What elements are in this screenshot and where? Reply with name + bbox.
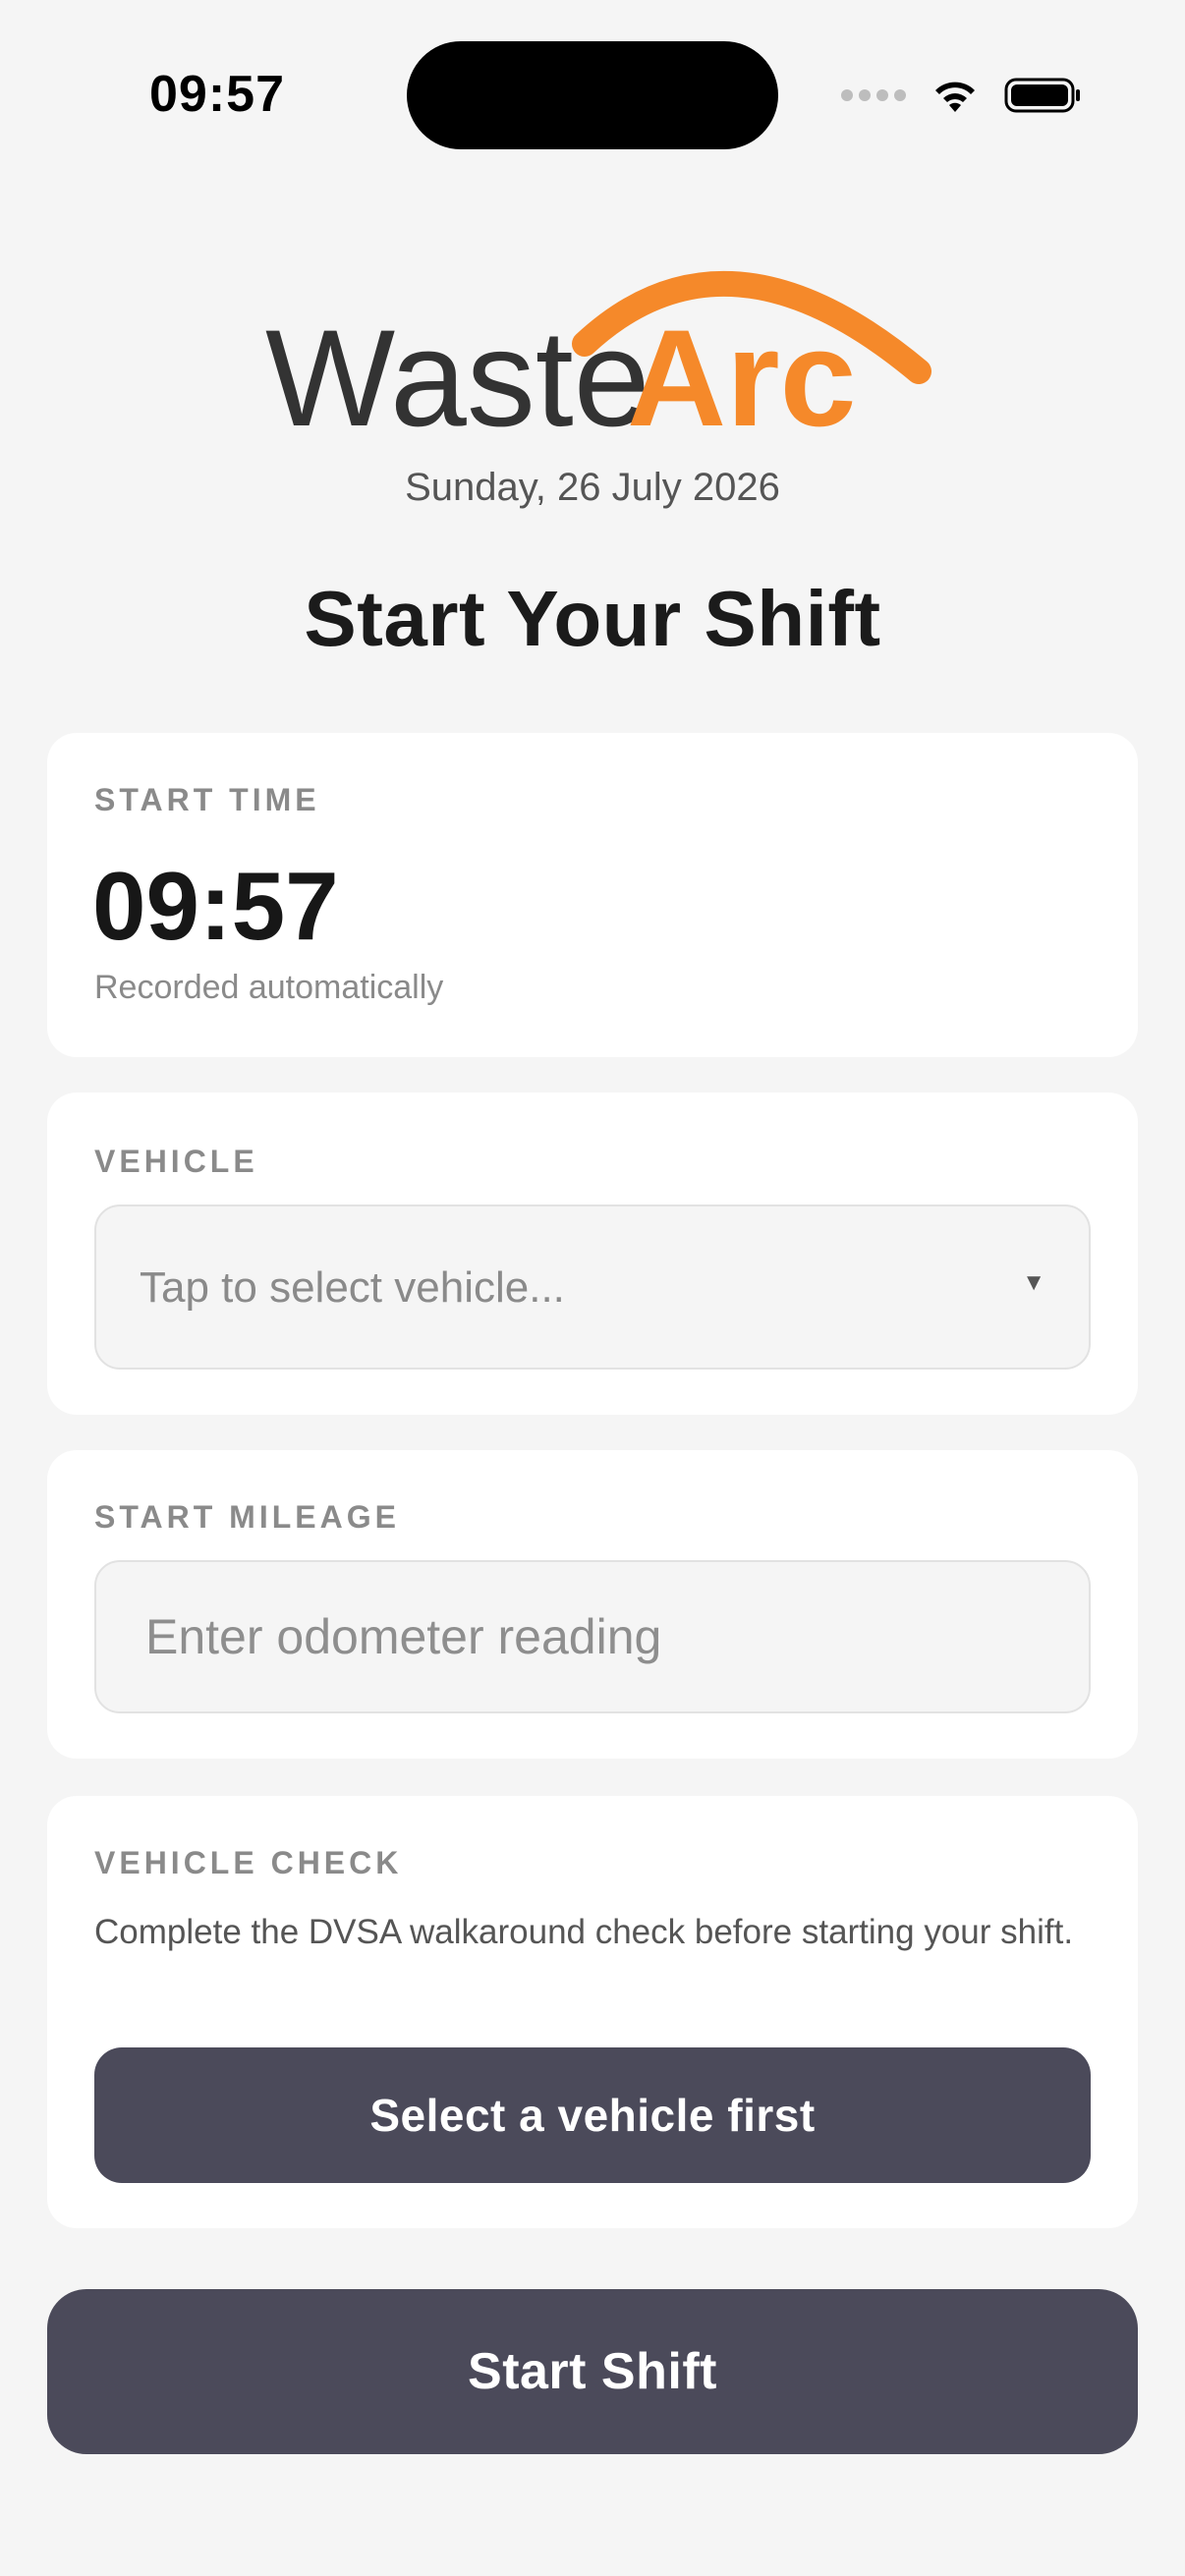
start-shift-screen: 09:57 Waste Arc Sunday, 26 July 2026 Sta… [0, 0, 1185, 2576]
vehicle-select-placeholder: Tap to select vehicle... [140, 1263, 565, 1312]
page-title: Start Your Shift [304, 575, 881, 662]
status-time: 09:57 [149, 66, 285, 123]
vehicle-label: VEHICLE [94, 1144, 258, 1179]
vehicle-check-button[interactable]: Select a vehicle first [94, 2047, 1091, 2183]
logo-arc-icon: Waste Arc [265, 271, 931, 455]
chevron-down-icon: ▼ [1022, 1269, 1045, 1296]
vehicle-check-card: VEHICLE CHECK Complete the DVSA walkarou… [47, 1796, 1138, 2228]
status-bar: 09:57 [0, 0, 1185, 187]
signal-icon [841, 89, 906, 101]
start-time-label: START TIME [94, 782, 320, 817]
wifi-icon [935, 82, 975, 112]
current-date: Sunday, 26 July 2026 [405, 466, 780, 509]
mileage-input[interactable] [94, 1560, 1091, 1713]
logo-arc-text: Arc [627, 301, 856, 442]
start-time-hint: Recorded automatically [94, 969, 444, 1006]
status-icons [841, 71, 1083, 120]
battery-icon [1004, 78, 1080, 113]
vehicle-check-description: Complete the DVSA walkaround check befor… [94, 1913, 1074, 1951]
wastearc-logo: Waste Arc [265, 246, 933, 455]
vehicle-select[interactable]: Tap to select vehicle... ▼ [94, 1204, 1091, 1370]
logo-waste-text: Waste [265, 301, 650, 442]
vehicle-check-label: VEHICLE CHECK [94, 1845, 403, 1880]
mileage-label: START MILEAGE [94, 1499, 400, 1535]
mileage-card: START MILEAGE [47, 1450, 1138, 1759]
dynamic-island [407, 41, 778, 149]
start-shift-button[interactable]: Start Shift [47, 2289, 1138, 2454]
vehicle-card: VEHICLE Tap to select vehicle... ▼ [47, 1092, 1138, 1415]
start-time-value: 09:57 [92, 852, 339, 960]
start-time-card: START TIME 09:57 Recorded automatically [47, 733, 1138, 1057]
